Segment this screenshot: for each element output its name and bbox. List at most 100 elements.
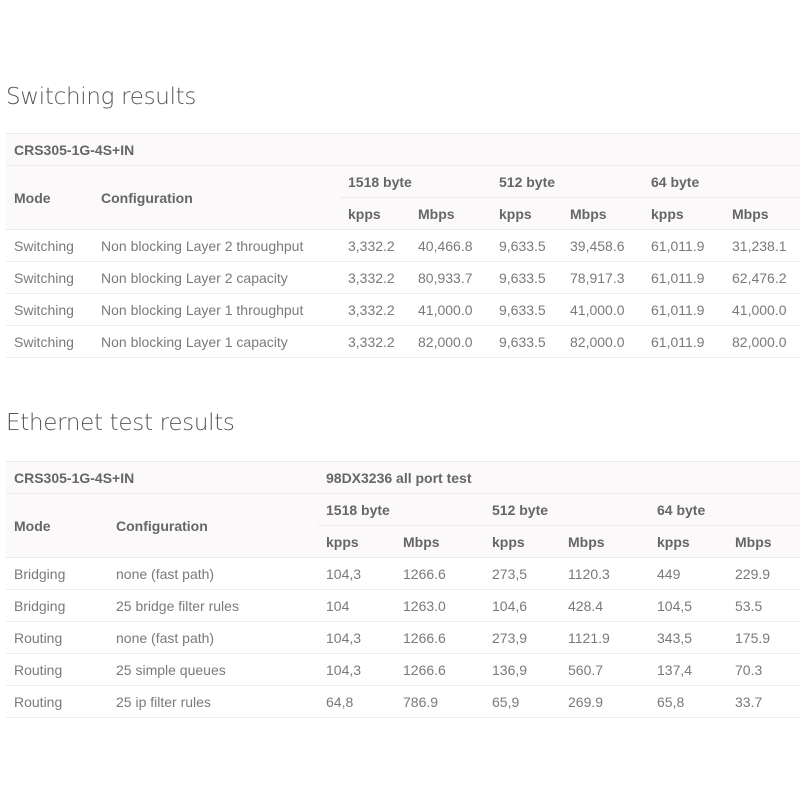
cell-configuration: 25 simple queues [108, 653, 318, 686]
cell-mode: Bridging [6, 589, 108, 622]
cell-configuration: Non blocking Layer 2 throughput [93, 229, 340, 262]
cell-configuration: Non blocking Layer 1 capacity [93, 325, 340, 358]
cell-value: 31,238.1 [724, 229, 800, 262]
col-group-1518: 1518 byte [340, 165, 491, 198]
cell-mode: Bridging [6, 557, 108, 590]
ethernet-test-results-title: Ethernet test results [6, 410, 235, 436]
cell-value: 1121.9 [560, 621, 649, 654]
cell-value: 80,933.7 [410, 261, 491, 294]
model-header-row: CRS305-1G-4S+IN [6, 133, 800, 166]
cell-value: 449 [649, 557, 727, 590]
cell-value: 82,000.0 [724, 325, 800, 358]
col-unit: Mbps [410, 197, 491, 230]
cell-value: 104 [318, 589, 395, 622]
cell-mode: Switching [6, 261, 93, 294]
col-unit: Mbps [562, 197, 643, 230]
cell-value: 3,332.2 [340, 261, 410, 294]
cell-mode: Routing [6, 653, 108, 686]
table-row: Switching Non blocking Layer 2 throughpu… [6, 229, 800, 262]
col-unit: kpps [318, 525, 395, 558]
col-mode: Mode [6, 165, 93, 230]
cell-value: 1266.6 [395, 557, 484, 590]
cell-value: 40,466.8 [410, 229, 491, 262]
col-mode: Mode [6, 493, 108, 558]
cell-value: 1266.6 [395, 621, 484, 654]
cell-value: 1120.3 [560, 557, 649, 590]
cell-value: 64,8 [318, 685, 395, 718]
col-unit: kpps [649, 525, 727, 558]
cell-value: 65,9 [484, 685, 560, 718]
cell-value: 175.9 [727, 621, 800, 654]
cell-mode: Routing [6, 621, 108, 654]
cell-value: 104,3 [318, 557, 395, 590]
cell-value: 41,000.0 [562, 293, 643, 326]
cell-value: 273,5 [484, 557, 560, 590]
cell-value: 104,3 [318, 621, 395, 654]
cell-value: 82,000.0 [562, 325, 643, 358]
cell-value: 273,9 [484, 621, 560, 654]
cell-value: 41,000.0 [724, 293, 800, 326]
test-name: 98DX3236 all port test [318, 461, 800, 494]
cell-value: 104,5 [649, 589, 727, 622]
cell-value: 343,5 [649, 621, 727, 654]
cell-value: 61,011.9 [643, 325, 724, 358]
cell-value: 61,011.9 [643, 293, 724, 326]
cell-configuration: none (fast path) [108, 557, 318, 590]
cell-value: 104,6 [484, 589, 560, 622]
cell-value: 3,332.2 [340, 229, 410, 262]
col-unit: Mbps [727, 525, 800, 558]
cell-mode: Routing [6, 685, 108, 718]
cell-value: 428.4 [560, 589, 649, 622]
cell-mode: Switching [6, 293, 93, 326]
table-row: Switching Non blocking Layer 2 capacity … [6, 261, 800, 294]
cell-value: 9,633.5 [491, 229, 562, 262]
col-unit: kpps [491, 197, 562, 230]
cell-mode: Switching [6, 229, 93, 262]
col-group-512: 512 byte [484, 493, 649, 526]
cell-configuration: none (fast path) [108, 621, 318, 654]
table-row: Bridging none (fast path) 104,3 1266.6 2… [6, 557, 800, 590]
table-row: Routing 25 ip filter rules 64,8 786.9 65… [6, 685, 800, 718]
cell-configuration: Non blocking Layer 1 throughput [93, 293, 340, 326]
cell-value: 560.7 [560, 653, 649, 686]
cell-value: 269.9 [560, 685, 649, 718]
cell-value: 39,458.6 [562, 229, 643, 262]
cell-configuration: Non blocking Layer 2 capacity [93, 261, 340, 294]
cell-mode: Switching [6, 325, 93, 358]
cell-value: 136,9 [484, 653, 560, 686]
cell-value: 62,476.2 [724, 261, 800, 294]
cell-value: 1263.0 [395, 589, 484, 622]
cell-value: 786.9 [395, 685, 484, 718]
cell-value: 9,633.5 [491, 261, 562, 294]
cell-value: 104,3 [318, 653, 395, 686]
col-group-512: 512 byte [491, 165, 643, 198]
switching-results-title: Switching results [6, 84, 197, 110]
cell-value: 1266.6 [395, 653, 484, 686]
cell-configuration: 25 bridge filter rules [108, 589, 318, 622]
cell-value: 65,8 [649, 685, 727, 718]
col-group-1518: 1518 byte [318, 493, 484, 526]
cell-value: 3,332.2 [340, 293, 410, 326]
col-unit: Mbps [724, 197, 800, 230]
cell-value: 70.3 [727, 653, 800, 686]
ethernet-test-results-table: CRS305-1G-4S+IN 98DX3236 all port test M… [6, 461, 800, 718]
col-configuration: Configuration [108, 493, 318, 558]
col-unit: Mbps [395, 525, 484, 558]
cell-value: 61,011.9 [643, 261, 724, 294]
model-name: CRS305-1G-4S+IN [6, 133, 800, 166]
group-header-row: Mode Configuration 1518 byte 512 byte 64… [6, 493, 800, 558]
col-unit: kpps [643, 197, 724, 230]
cell-value: 41,000.0 [410, 293, 491, 326]
cell-value: 82,000.0 [410, 325, 491, 358]
col-unit: kpps [340, 197, 410, 230]
table-row: Bridging 25 bridge filter rules 104 1263… [6, 589, 800, 622]
table-row: Switching Non blocking Layer 1 throughpu… [6, 293, 800, 326]
cell-value: 9,633.5 [491, 325, 562, 358]
cell-value: 229.9 [727, 557, 800, 590]
col-group-64: 64 byte [649, 493, 800, 526]
cell-value: 78,917.3 [562, 261, 643, 294]
cell-value: 53.5 [727, 589, 800, 622]
col-configuration: Configuration [93, 165, 340, 230]
col-unit: Mbps [560, 525, 649, 558]
table-row: Routing none (fast path) 104,3 1266.6 27… [6, 621, 800, 654]
